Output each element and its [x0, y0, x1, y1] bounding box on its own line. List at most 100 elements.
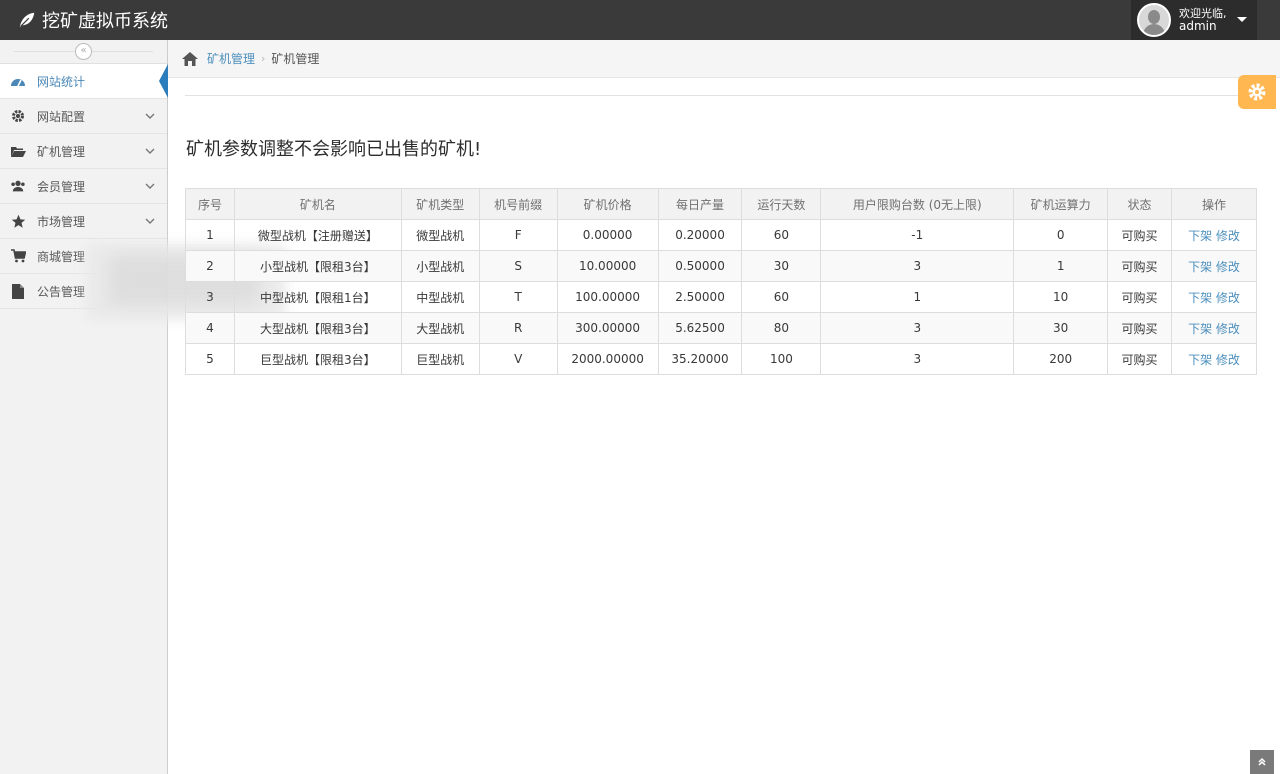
cell-power: 0 — [1013, 219, 1109, 251]
home-icon[interactable] — [182, 51, 198, 66]
delist-link[interactable]: 下架 — [1188, 291, 1212, 305]
cell-no: 3 — [185, 281, 235, 313]
sidebar: « 网站统计 网站配置 矿机管理 会员管理 市场管理 商城管理 公告管理 — [0, 40, 168, 774]
chevron-down-icon — [145, 183, 155, 189]
leaf-icon — [19, 12, 35, 28]
file-icon — [10, 283, 26, 299]
cell-type: 小型战机 — [400, 250, 480, 282]
cell-daily: 2.50000 — [657, 281, 743, 313]
column-header: 每日产量 — [657, 188, 743, 220]
users-icon — [10, 178, 26, 194]
cell-power: 30 — [1013, 312, 1109, 344]
edit-link[interactable]: 修改 — [1216, 322, 1240, 336]
column-header: 矿机名 — [233, 188, 402, 220]
cell-prefix: V — [478, 343, 558, 375]
delist-link[interactable]: 下架 — [1188, 353, 1212, 367]
cell-actions: 下架 修改 — [1171, 312, 1257, 344]
sidebar-item-label: 会员管理 — [37, 179, 86, 194]
edit-link[interactable]: 修改 — [1216, 260, 1240, 274]
breadcrumb-link[interactable]: 矿机管理 — [207, 50, 255, 67]
settings-button[interactable] — [1238, 75, 1276, 109]
dashboard-icon — [10, 73, 26, 89]
cell-price: 0.00000 — [556, 219, 659, 251]
sidebar-item-site-config[interactable]: 网站配置 — [0, 99, 167, 134]
sidebar-item-label: 网站配置 — [37, 109, 86, 124]
sidebar-item-label: 市场管理 — [37, 214, 86, 229]
column-header: 操作 — [1171, 188, 1257, 220]
column-header: 运行天数 — [741, 188, 822, 220]
cell-no: 5 — [185, 343, 235, 375]
status-badge: 可购买 — [1107, 343, 1173, 375]
cell-price: 100.00000 — [556, 281, 659, 313]
column-header: 机号前缀 — [478, 188, 558, 220]
status-badge: 可购买 — [1107, 281, 1173, 313]
table-row: 5 巨型战机【限租3台】 巨型战机 V 2000.00000 35.20000 … — [185, 343, 1257, 375]
avatar — [1137, 3, 1171, 37]
cell-name: 中型战机【限租1台】 — [233, 281, 402, 313]
cell-no: 4 — [185, 312, 235, 344]
gear-icon — [1248, 83, 1266, 101]
caret-down-icon[interactable] — [1237, 17, 1247, 22]
cell-price: 2000.00000 — [556, 343, 659, 375]
cell-daily: 0.50000 — [657, 250, 743, 282]
delist-link[interactable]: 下架 — [1188, 229, 1212, 243]
cell-daily: 5.62500 — [657, 312, 743, 344]
cart-icon — [10, 248, 26, 264]
edit-link[interactable]: 修改 — [1216, 353, 1240, 367]
cell-no: 2 — [185, 250, 235, 282]
column-header: 矿机价格 — [556, 188, 659, 220]
delist-link[interactable]: 下架 — [1188, 322, 1212, 336]
sidebar-item-label: 网站统计 — [37, 74, 86, 89]
cell-actions: 下架 修改 — [1171, 250, 1257, 282]
cell-type: 巨型战机 — [400, 343, 480, 375]
cell-limit: 3 — [820, 312, 1015, 344]
cell-days: 80 — [741, 312, 822, 344]
edit-link[interactable]: 修改 — [1216, 291, 1240, 305]
cell-days: 30 — [741, 250, 822, 282]
miners-table: 序号 矿机名 矿机类型 机号前缀 矿机价格 每日产量 运行天数 用户限购台数 (… — [185, 188, 1257, 375]
divider — [185, 95, 1257, 96]
cell-actions: 下架 修改 — [1171, 343, 1257, 375]
username: admin — [1179, 19, 1217, 33]
sidebar-item-miner-management[interactable]: 矿机管理 — [0, 134, 167, 169]
sidebar-item-site-stats[interactable]: 网站统计 — [0, 64, 168, 99]
sidebar-item-member-management[interactable]: 会员管理 — [0, 169, 167, 204]
cell-actions: 下架 修改 — [1171, 219, 1257, 251]
cell-limit: 1 — [820, 281, 1015, 313]
breadcrumb-current: 矿机管理 — [271, 52, 320, 66]
edit-link[interactable]: 修改 — [1216, 229, 1240, 243]
cell-name: 小型战机【限租3台】 — [233, 250, 402, 282]
cell-prefix: S — [478, 250, 558, 282]
cell-price: 10.00000 — [556, 250, 659, 282]
cell-prefix: T — [478, 281, 558, 313]
chevron-down-icon — [145, 113, 155, 119]
cell-power: 10 — [1013, 281, 1109, 313]
top-navbar: 挖矿虚拟币系统 欢迎光临, admin — [0, 0, 1280, 40]
cell-limit: 3 — [820, 343, 1015, 375]
cell-prefix: R — [478, 312, 558, 344]
cell-name: 大型战机【限租3台】 — [233, 312, 402, 344]
cell-price: 300.00000 — [556, 312, 659, 344]
folder-open-icon — [10, 143, 26, 159]
sidebar-item-market-management[interactable]: 市场管理 — [0, 204, 167, 239]
cell-name: 巨型战机【限租3台】 — [233, 343, 402, 375]
sidebar-item-label: 矿机管理 — [37, 144, 86, 159]
table-header-row: 序号 矿机名 矿机类型 机号前缀 矿机价格 每日产量 运行天数 用户限购台数 (… — [185, 188, 1257, 220]
column-header: 序号 — [185, 188, 235, 220]
column-header: 用户限购台数 (0无上限) — [820, 188, 1015, 220]
cell-daily: 0.20000 — [657, 219, 743, 251]
scroll-to-top-button[interactable] — [1250, 750, 1274, 774]
status-badge: 可购买 — [1107, 219, 1173, 251]
sidebar-collapse-button[interactable]: « — [75, 43, 92, 60]
cell-days: 60 — [741, 281, 822, 313]
cell-limit: -1 — [820, 219, 1015, 251]
table-row: 2 小型战机【限租3台】 小型战机 S 10.00000 0.50000 30 … — [185, 250, 1257, 282]
column-header: 矿机类型 — [400, 188, 480, 220]
cell-power: 1 — [1013, 250, 1109, 282]
page-title: 矿机参数调整不会影响已出售的矿机! — [186, 139, 482, 160]
sidebar-item-label: 商城管理 — [37, 249, 86, 264]
delist-link[interactable]: 下架 — [1188, 260, 1212, 274]
table-row: 3 中型战机【限租1台】 中型战机 T 100.00000 2.50000 60… — [185, 281, 1257, 313]
cell-no: 1 — [185, 219, 235, 251]
brand[interactable]: 挖矿虚拟币系统 — [18, 0, 168, 40]
